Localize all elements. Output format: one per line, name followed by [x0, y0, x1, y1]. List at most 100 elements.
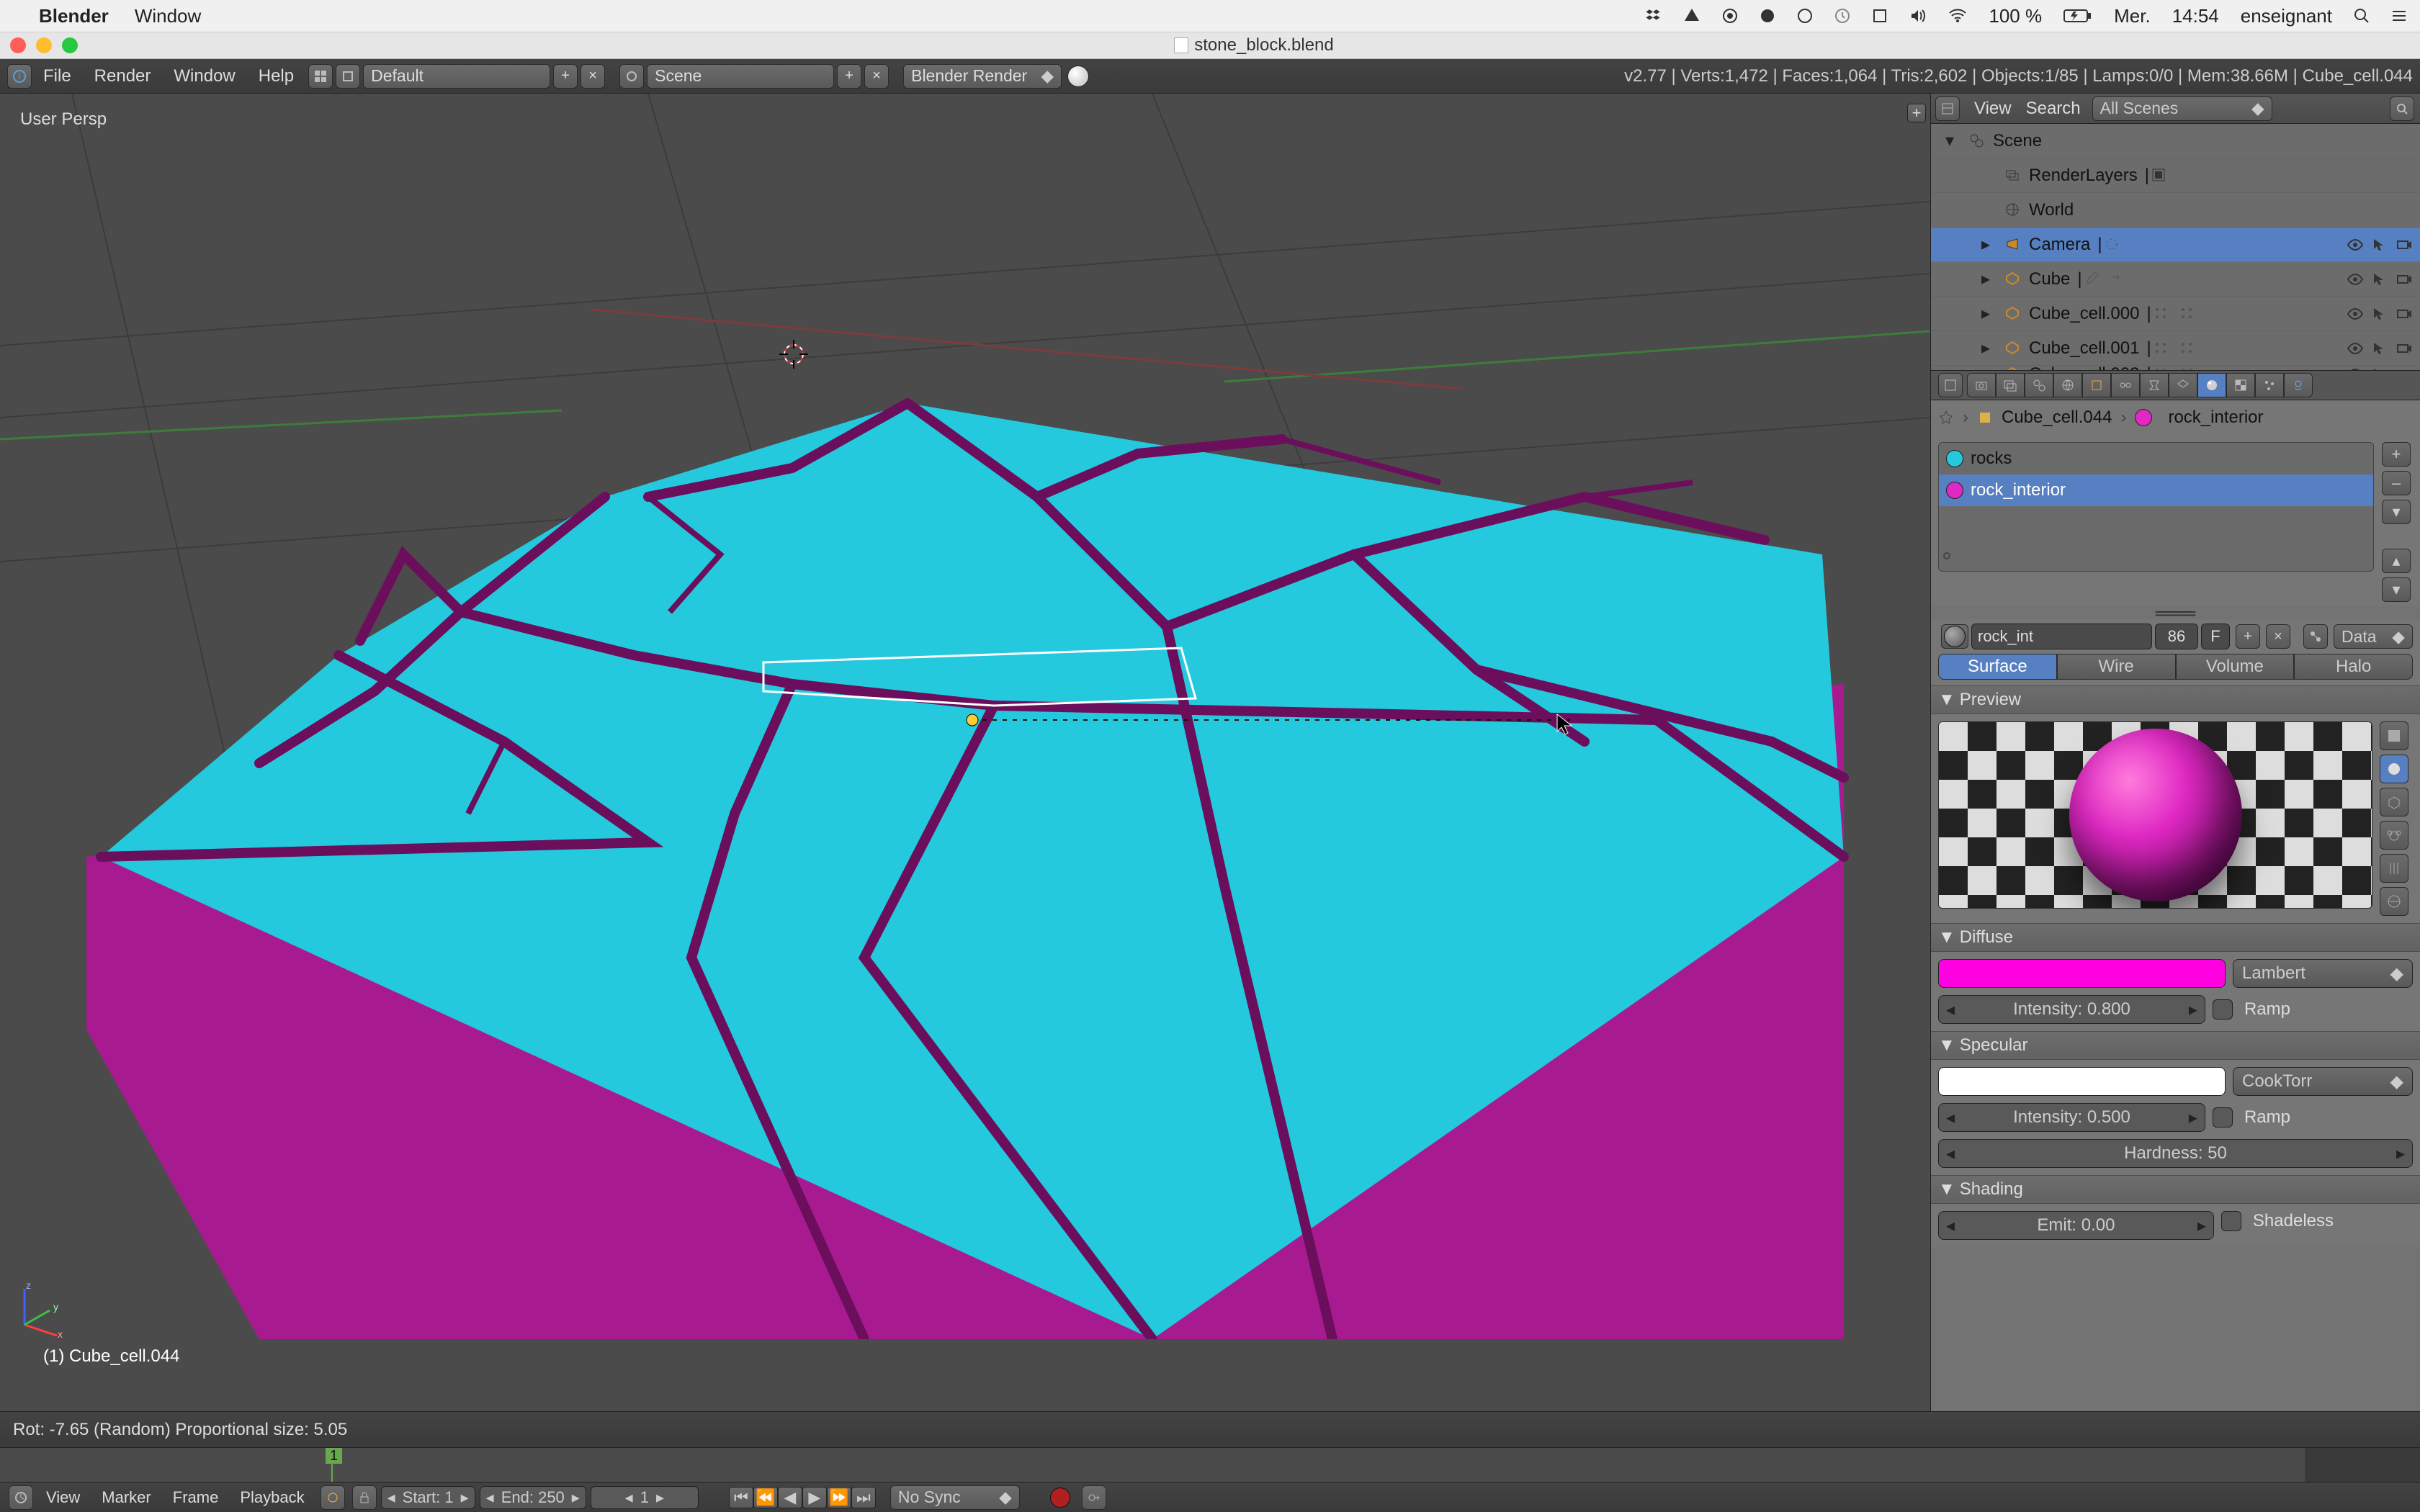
- preview-type-monkey[interactable]: [2380, 821, 2408, 850]
- outliner-display-dropdown[interactable]: All Scenes◆: [2092, 96, 2272, 121]
- selectable-icon[interactable]: [2371, 305, 2388, 323]
- status-dot-icon[interactable]: [1760, 8, 1775, 24]
- play-reverse-button[interactable]: ◀: [778, 1487, 802, 1508]
- layout-remove-button[interactable]: ×: [581, 64, 605, 89]
- tree-toggle[interactable]: ▸: [1981, 303, 2000, 324]
- play-button[interactable]: ▶: [802, 1487, 827, 1508]
- start-frame-field[interactable]: ◂Start: 1▸: [381, 1486, 475, 1509]
- menubar-icon-1[interactable]: [1797, 8, 1813, 24]
- material-fake-user-button[interactable]: F: [2201, 624, 2230, 649]
- material-slot-move-down-button[interactable]: ▾: [2382, 577, 2411, 602]
- outliner-search-menu[interactable]: Search: [2026, 99, 2081, 119]
- material-type-surface[interactable]: Surface: [1938, 654, 2057, 680]
- specular-hardness-field[interactable]: ◂Hardness: 50▸: [1938, 1139, 2413, 1168]
- menu-window[interactable]: Window: [174, 66, 235, 86]
- layout-add-button[interactable]: +: [553, 64, 578, 89]
- material-name-field[interactable]: rock_int: [1971, 624, 2152, 649]
- timeline-editor[interactable]: 1 -40-2002040608010012014016018020022024…: [0, 1447, 2420, 1512]
- user-name[interactable]: enseignant: [2241, 5, 2332, 27]
- outliner-row[interactable]: ▸Cube_cell.001|: [1931, 331, 2420, 366]
- battery-icon[interactable]: [2063, 9, 2092, 23]
- specular-section-header[interactable]: ▼ Specular: [1931, 1031, 2420, 1060]
- timeline-view-menu[interactable]: View: [46, 1488, 80, 1507]
- viewport-panel-toggle[interactable]: +: [1907, 104, 1926, 122]
- tab-data[interactable]: [2169, 373, 2197, 397]
- material-users-count[interactable]: 86: [2155, 624, 2198, 649]
- current-frame-field[interactable]: ◂1▸: [591, 1486, 699, 1509]
- outliner-row[interactable]: ▸Camera|: [1931, 228, 2420, 262]
- menubar-icon-2[interactable]: [1872, 8, 1888, 24]
- renderable-icon[interactable]: [2396, 305, 2413, 323]
- material-slot-row[interactable]: rocks: [1939, 443, 2373, 474]
- scene-remove-button[interactable]: ×: [864, 64, 889, 89]
- tab-scene[interactable]: [2025, 373, 2053, 397]
- keyframe-next-button[interactable]: ⏩: [827, 1487, 851, 1508]
- outliner-filter-icon[interactable]: [2390, 96, 2414, 121]
- material-slot-remove-button[interactable]: –: [2382, 471, 2411, 495]
- tab-object[interactable]: [2082, 373, 2111, 397]
- wifi-icon[interactable]: [1948, 9, 1967, 23]
- tab-physics[interactable]: [2284, 373, 2313, 397]
- close-window-button[interactable]: [10, 37, 26, 53]
- volume-icon[interactable]: [1909, 8, 1927, 24]
- outliner-view-menu[interactable]: View: [1974, 99, 2012, 119]
- record-icon[interactable]: [1722, 8, 1738, 24]
- visibility-icon[interactable]: [2347, 271, 2364, 288]
- material-type-wire[interactable]: Wire: [2057, 654, 2176, 680]
- window-menu[interactable]: Window: [135, 5, 201, 27]
- outliner-tree[interactable]: ▾SceneRenderLayers|World▸Camera|▸Cube|▸C…: [1931, 124, 2420, 370]
- diffuse-ramp-checkbox[interactable]: [2213, 999, 2233, 1020]
- visibility-icon[interactable]: [2347, 340, 2364, 357]
- notification-center-icon[interactable]: [2391, 8, 2407, 24]
- timeline-playback-menu[interactable]: Playback: [240, 1488, 304, 1507]
- material-slot-specials-button[interactable]: ▾: [2382, 500, 2411, 524]
- shadeless-checkbox[interactable]: [2221, 1211, 2241, 1231]
- diffuse-color-picker[interactable]: [1938, 959, 2226, 988]
- specular-color-picker[interactable]: [1938, 1067, 2226, 1096]
- diffuse-section-header[interactable]: ▼ Diffuse: [1931, 923, 2420, 952]
- selectable-icon[interactable]: [2371, 340, 2388, 357]
- tab-particles[interactable]: [2255, 373, 2284, 397]
- layout-browse-icon[interactable]: [336, 64, 360, 89]
- preview-type-cube[interactable]: [2380, 788, 2408, 816]
- list-grip-icon[interactable]: [1943, 552, 1950, 559]
- jump-to-end-button[interactable]: ⏭: [851, 1487, 876, 1508]
- keyframe-prev-button[interactable]: ⏪: [753, 1487, 778, 1508]
- timeline-frame-menu[interactable]: Frame: [173, 1488, 219, 1507]
- jump-to-start-button[interactable]: ⏮: [729, 1487, 753, 1508]
- render-engine-dropdown[interactable]: Blender Render◆: [903, 64, 1062, 89]
- gdrive-icon[interactable]: [1683, 7, 1700, 24]
- scene-browse-icon[interactable]: [619, 64, 644, 89]
- scene-dropdown[interactable]: Scene: [647, 64, 834, 89]
- editor-type-outliner-icon[interactable]: [1935, 96, 1960, 121]
- material-browse-icon[interactable]: [1941, 624, 1968, 649]
- keying-set-icon[interactable]: [1082, 1485, 1106, 1510]
- timeline-lock-range-icon[interactable]: [352, 1485, 377, 1510]
- outliner-row[interactable]: ▾Scene: [1931, 124, 2420, 158]
- auto-keyframe-button[interactable]: [1050, 1488, 1070, 1508]
- menu-help[interactable]: Help: [259, 66, 294, 86]
- specular-shader-dropdown[interactable]: CookTorr◆: [2233, 1067, 2413, 1096]
- shading-emit-field[interactable]: ◂Emit: 0.00▸: [1938, 1211, 2214, 1240]
- material-type-volume[interactable]: Volume: [2176, 654, 2295, 680]
- playback-controls[interactable]: ⏮ ⏪ ◀ ▶ ⏩ ⏭: [729, 1487, 876, 1508]
- tree-toggle[interactable]: ▾: [1945, 130, 1964, 151]
- pin-icon[interactable]: [1938, 410, 1954, 426]
- time-machine-icon[interactable]: [1834, 8, 1850, 24]
- spotlight-icon[interactable]: [2354, 8, 2370, 24]
- material-slot-move-up-button[interactable]: ▴: [2382, 549, 2411, 573]
- material-slot-list[interactable]: rocksrock_interior: [1938, 442, 2374, 572]
- material-slot-row[interactable]: rock_interior: [1939, 474, 2373, 506]
- material-nodes-button[interactable]: [2303, 624, 2328, 649]
- preview-type-world[interactable]: [2380, 887, 2408, 916]
- app-menu[interactable]: Blender: [39, 5, 109, 27]
- renderable-icon[interactable]: [2396, 340, 2413, 357]
- timeline-show-seconds-icon[interactable]: [321, 1485, 345, 1510]
- visibility-icon[interactable]: [2347, 305, 2364, 323]
- edit-icon[interactable]: [2082, 269, 2102, 289]
- tab-material[interactable]: [2197, 373, 2226, 397]
- preview-type-sphere[interactable]: [2380, 755, 2408, 783]
- tab-constraints[interactable]: [2111, 373, 2140, 397]
- list-resize-grip[interactable]: ═══: [1931, 606, 2420, 619]
- dropbox-icon[interactable]: [1644, 7, 1662, 24]
